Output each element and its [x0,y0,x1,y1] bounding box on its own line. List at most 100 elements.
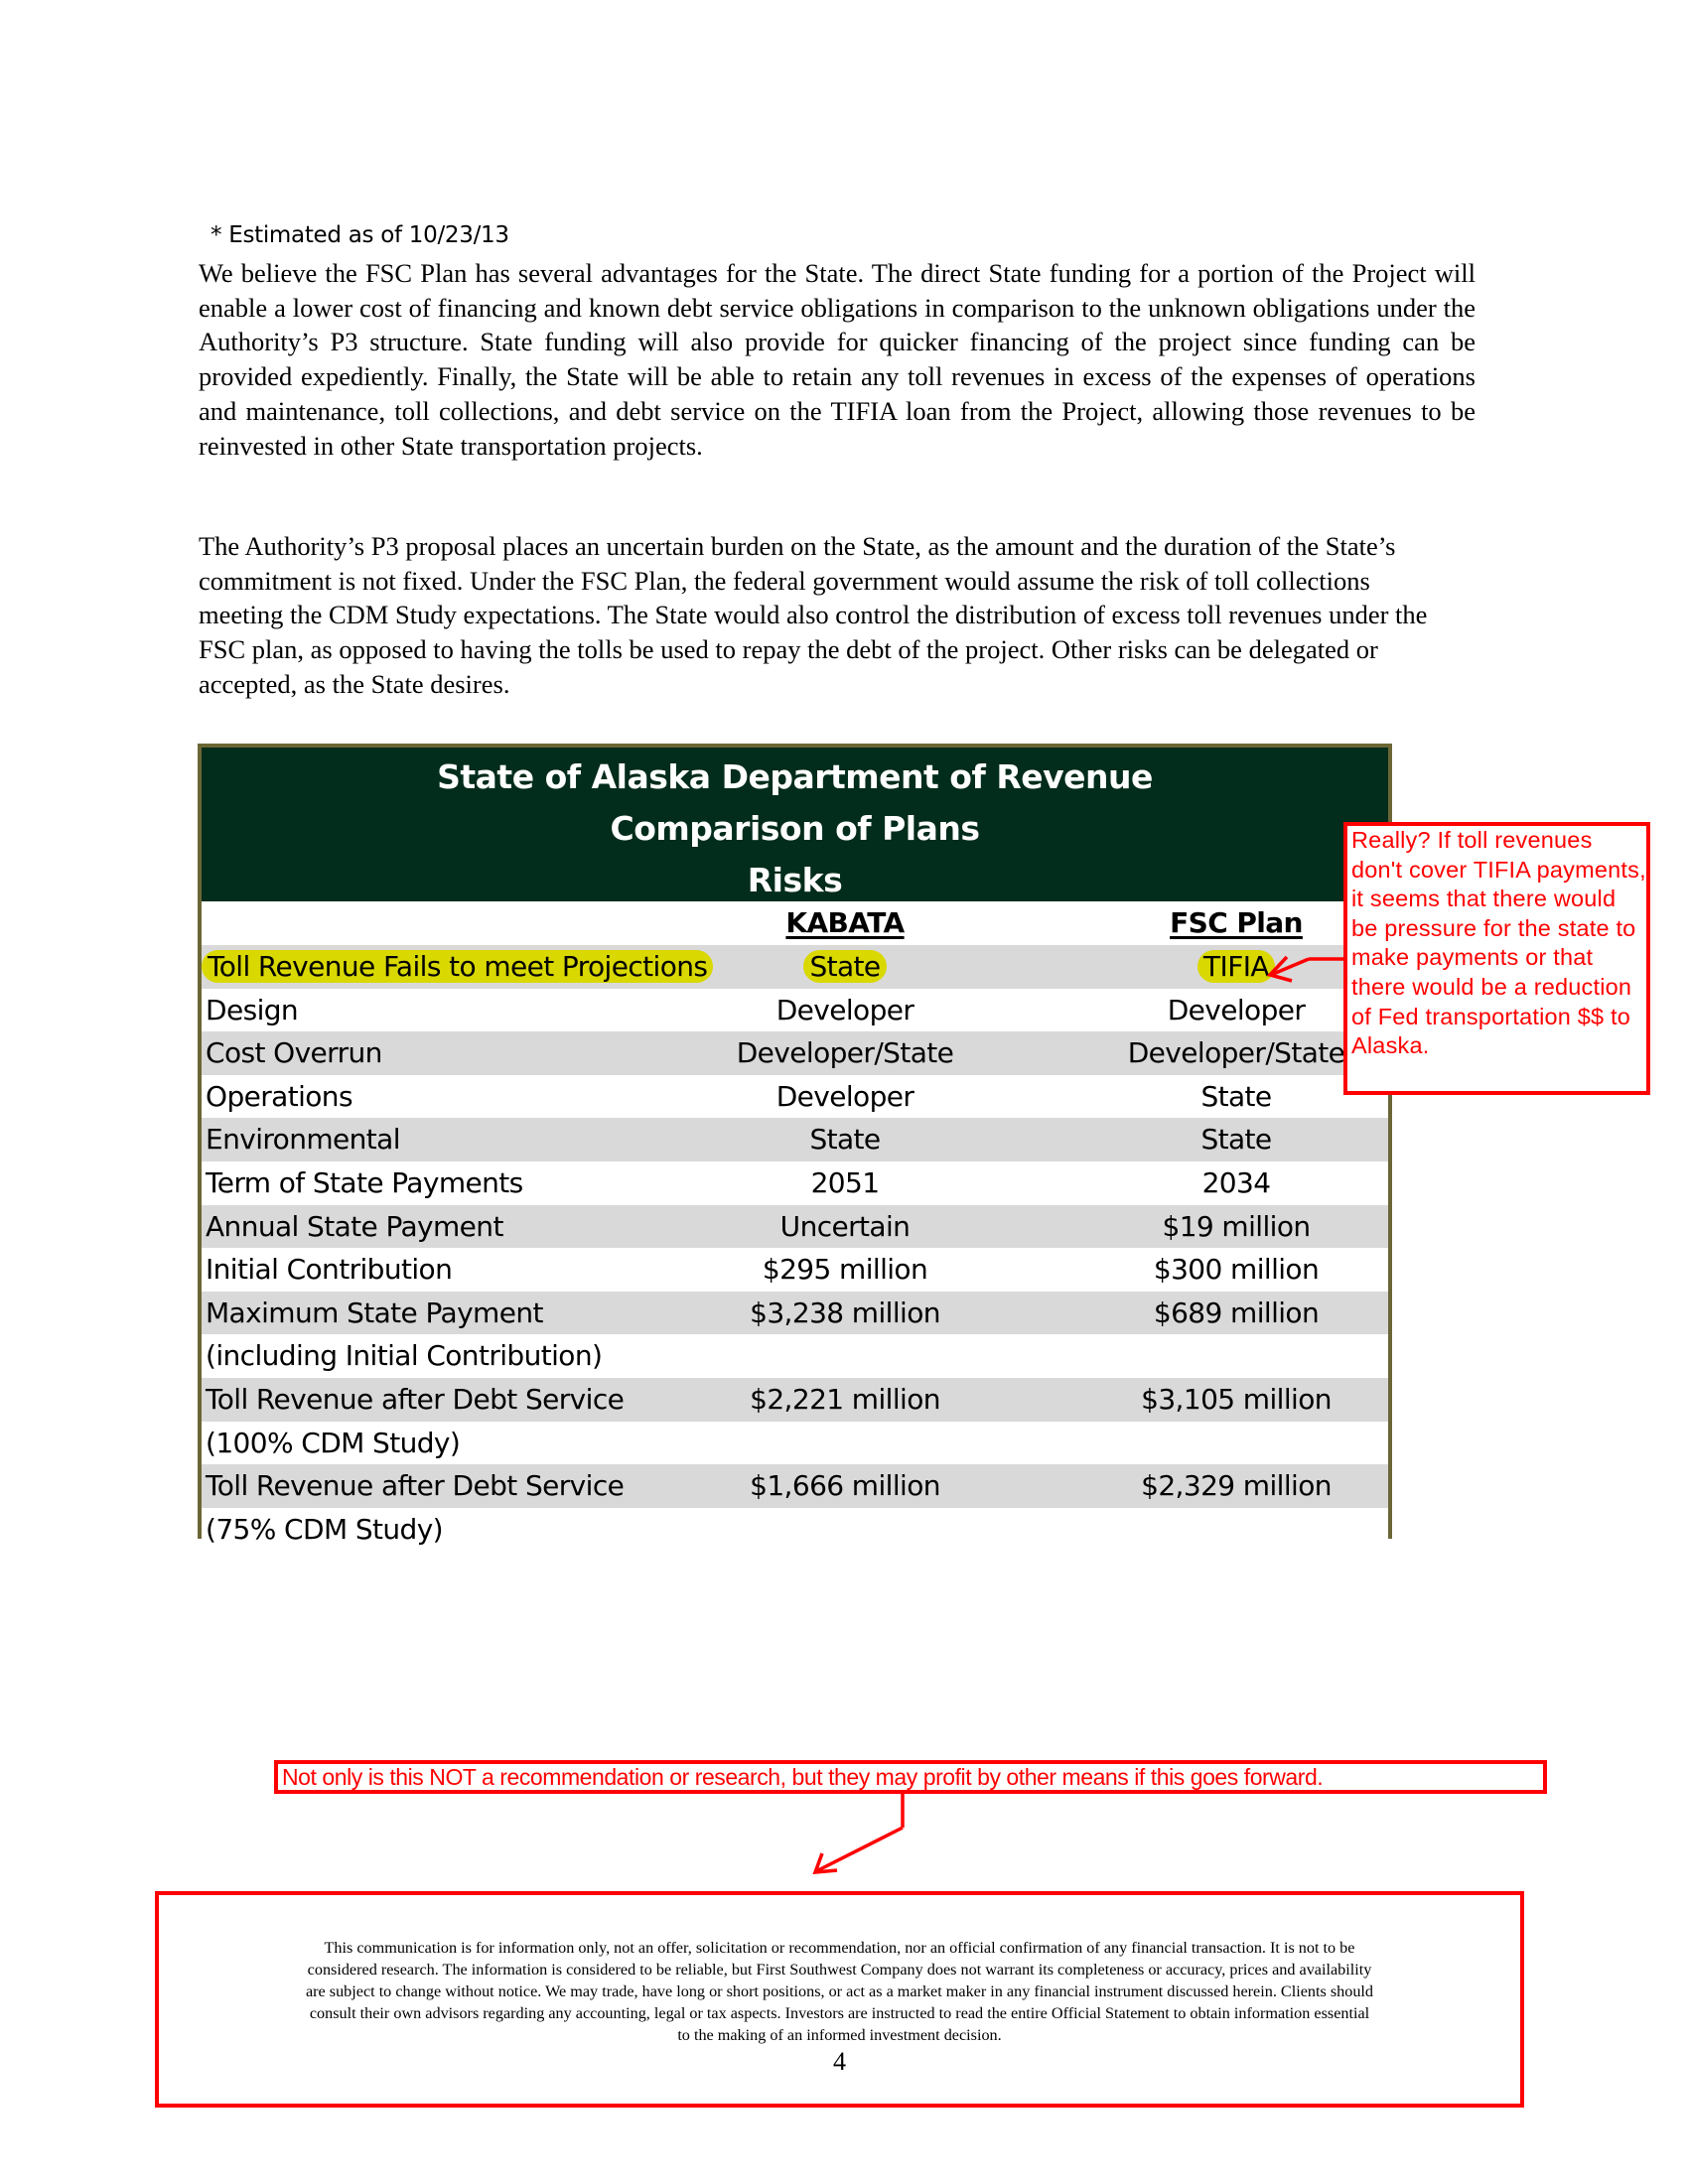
row-label: Maximum State Payment [206,1292,543,1335]
row-label: (including Initial Contribution) [206,1334,603,1378]
arrow-to-disclaimer [812,1794,905,1874]
disclaimer-line: are subject to change without notice. We… [305,1982,1374,2000]
table-row: Term of State Payments 2051 2034 [202,1161,1388,1205]
row-label-text: (100% CDM Study) [206,1426,461,1459]
table-body: Toll Revenue Fails to meet Projections St… [202,945,1388,1551]
table-row: Toll Revenue after Debt Service $1,666 mi… [202,1464,1388,1508]
kabata-value-text: 2051 [810,1165,880,1199]
disclaimer-box: This communication is for information on… [155,1891,1524,2108]
fsc-plan-value: State [1117,1118,1355,1161]
column-header-kabata: KABATA [726,901,964,945]
table-title-line: Risks [747,861,843,899]
paragraph-p3-burden: The Authority’s P3 proposal places an un… [199,531,1428,699]
fsc-plan-value: $300 million [1117,1248,1355,1292]
disclaimer-line: This communication is for information on… [324,1939,1355,1957]
kabata-value-text: Developer [775,1079,914,1113]
fsc-plan-value-text: $3,105 million [1141,1382,1332,1416]
table-row: (including Initial Contribution) [202,1334,1388,1378]
kabata-value-text: Uncertain [779,1209,911,1243]
table-row: Initial Contribution $295 million $300 mil… [202,1248,1388,1292]
kabata-value: Uncertain [726,1205,964,1249]
row-label: Environmental [206,1118,401,1161]
row-label-text: Maximum State Payment [206,1296,543,1329]
row-label-text: (including Initial Contribution) [206,1339,603,1373]
table-row: Toll Revenue after Debt Service $2,221 mi… [202,1377,1388,1422]
row-label-text: (75% CDM Study) [206,1512,444,1546]
row-label: Operations [206,1075,353,1119]
fsc-plan-value: State [1117,1075,1355,1119]
kabata-value: Developer [726,989,964,1032]
fsc-plan-value-text: State [1200,1079,1272,1113]
kabata-value-text: $295 million [762,1253,928,1287]
row-label-text: Design [206,993,299,1026]
red-note-not-recommendation: Not only is this NOT a recommendation or… [274,1760,1547,1794]
kabata-value: State [726,945,964,989]
row-label-text: Operations [206,1079,353,1113]
row-label: Term of State Payments [206,1161,523,1205]
row-label: Toll Revenue Fails to meet Projections [202,945,714,989]
row-label-text: Toll Revenue after Debt Service [206,1469,625,1503]
row-label: Toll Revenue after Debt Service [206,1464,625,1508]
table-title-line: State of Alaska Department of Revenue [437,757,1153,796]
fsc-plan-value: Developer [1117,989,1355,1032]
kabata-value: State [726,1118,964,1161]
kabata-value-text: State [803,950,887,983]
column-header-fsc-plan-label: FSC Plan [1170,906,1303,939]
kabata-value-text: $3,238 million [750,1296,940,1329]
fsc-plan-value: Developer/State [1117,1031,1355,1075]
kabata-value: 2051 [726,1161,964,1205]
row-label: Cost Overrun [206,1031,382,1075]
row-label: Toll Revenue after Debt Service [206,1378,625,1422]
disclaimer-line: considered research. The information is … [307,1961,1372,1979]
table-row: Toll Revenue Fails to meet Projections St… [202,945,1388,989]
row-label: Annual State Payment [206,1205,503,1249]
row-label-text: Toll Revenue after Debt Service [206,1382,625,1416]
disclaimer-line: consult their own advisors regarding any… [309,2004,1370,2022]
paragraph-fsc-advantages: We believe the FSC Plan has several adva… [199,258,1476,461]
disclaimer-text: This communication is for information on… [199,1937,1480,2046]
kabata-value: Developer [726,1075,964,1119]
fsc-plan-value: $3,105 million [1117,1378,1355,1422]
row-label-text: Environmental [206,1123,401,1157]
column-header-kabata-label: KABATA [785,906,905,939]
fsc-plan-value-text: $689 million [1153,1296,1320,1329]
fsc-plan-value-text: TIFIA [1197,950,1275,983]
row-label: (100% CDM Study) [206,1422,461,1465]
kabata-value: $2,221 million [726,1378,964,1422]
kabata-value-text: Developer/State [736,1036,954,1070]
table-row: Maximum State Payment $3,238 million $689 … [202,1291,1388,1335]
kabata-value-text: $2,221 million [750,1382,940,1416]
red-comment-tifia: Really? If toll revenues don't cover TIF… [1343,822,1650,1095]
estimate-footnote: * Estimated as of 10/23/13 [211,222,509,248]
fsc-plan-value: TIFIA [1117,945,1355,989]
row-label-text: Cost Overrun [206,1036,382,1070]
table-row: Annual State Payment Uncertain $19 million [202,1204,1388,1249]
fsc-plan-value-text: Developer/State [1127,1036,1345,1070]
fsc-plan-value-text: $2,329 million [1141,1469,1332,1503]
fsc-plan-value-text: State [1200,1123,1272,1157]
disclaimer-line: to the making of an informed investment … [677,2026,1002,2044]
kabata-value: $1,666 million [726,1464,964,1508]
row-label: (75% CDM Study) [206,1508,444,1552]
table-row: (75% CDM Study) [202,1508,1388,1552]
row-label-text: Initial Contribution [206,1253,453,1287]
table-row: Cost Overrun Developer/State Developer/Sta… [202,1031,1388,1075]
arrow-line [815,1826,904,1873]
table-row: Operations Developer State [202,1075,1388,1119]
fsc-plan-value-text: $300 million [1153,1253,1320,1287]
fsc-plan-value-text: Developer [1167,993,1306,1026]
fsc-plan-value: $19 million [1117,1205,1355,1249]
row-label-text: Term of State Payments [206,1165,523,1199]
row-label-text: Toll Revenue Fails to meet Projections [202,950,714,983]
fsc-plan-value: 2034 [1117,1161,1355,1205]
column-header-fsc-plan: FSC Plan [1117,901,1355,945]
row-label: Initial Contribution [206,1248,453,1292]
fsc-plan-value-text: 2034 [1201,1165,1271,1199]
table-row: Environmental State State [202,1118,1388,1161]
arrowhead-icon [812,1852,838,1874]
table-row: Design Developer Developer [202,989,1388,1032]
fsc-plan-value-text: $19 million [1162,1209,1311,1243]
kabata-value: Developer/State [726,1031,964,1075]
kabata-value: $3,238 million [726,1292,964,1335]
row-label: Design [206,989,299,1032]
